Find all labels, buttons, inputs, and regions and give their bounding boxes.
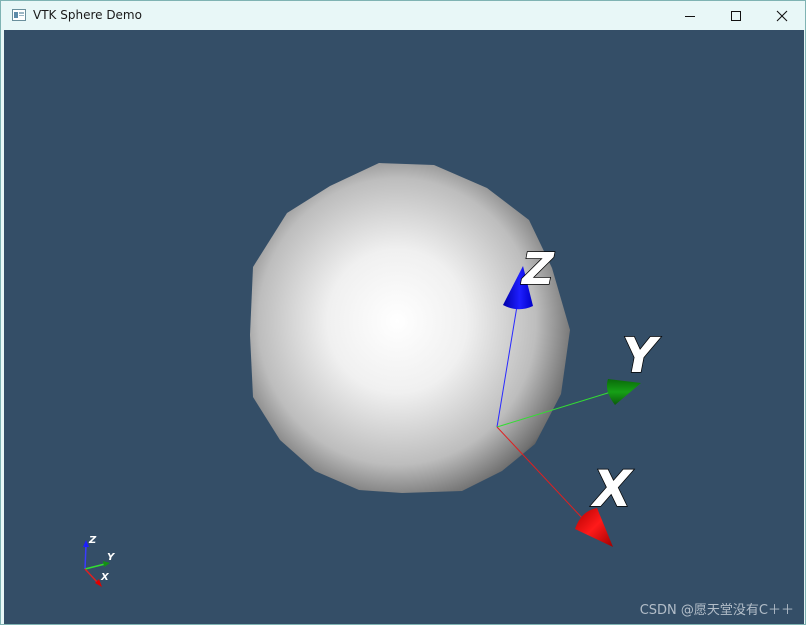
sphere[interactable]: [250, 163, 570, 493]
widget-y-line: [84, 563, 106, 570]
widget-x-label: X: [100, 572, 110, 583]
scene-canvas: Z Y X Z Y X: [83, 163, 662, 587]
widget-z-line: [84, 544, 87, 570]
close-button[interactable]: [759, 1, 805, 30]
app-window: VTK Sphere Demo Z Y X Z Y X CSDN @愿天堂没有C…: [0, 0, 806, 625]
maximize-icon: [731, 10, 741, 21]
app-icon: [12, 9, 26, 21]
widget-z-label: Z: [88, 535, 97, 546]
z-axis-label: Z: [520, 244, 555, 295]
widget-y-label: Y: [107, 552, 116, 563]
window-title: VTK Sphere Demo: [33, 8, 142, 22]
x-axis-line: [496, 426, 585, 521]
orientation-widget[interactable]: Z Y X: [83, 535, 116, 587]
maximize-button[interactable]: [713, 1, 759, 30]
title-bar[interactable]: VTK Sphere Demo: [1, 1, 805, 30]
watermark-text: CSDN @愿天堂没有C＋＋: [639, 603, 794, 618]
y-axis-label: Y: [622, 328, 661, 384]
widget-x-line: [84, 568, 99, 584]
close-icon: [776, 10, 788, 21]
render-viewport[interactable]: Z Y X Z Y X CSDN @愿天堂没有C＋＋: [4, 30, 804, 624]
x-axis-label: X: [590, 460, 634, 518]
minimize-icon: [685, 15, 695, 17]
minimize-button[interactable]: [667, 1, 713, 30]
